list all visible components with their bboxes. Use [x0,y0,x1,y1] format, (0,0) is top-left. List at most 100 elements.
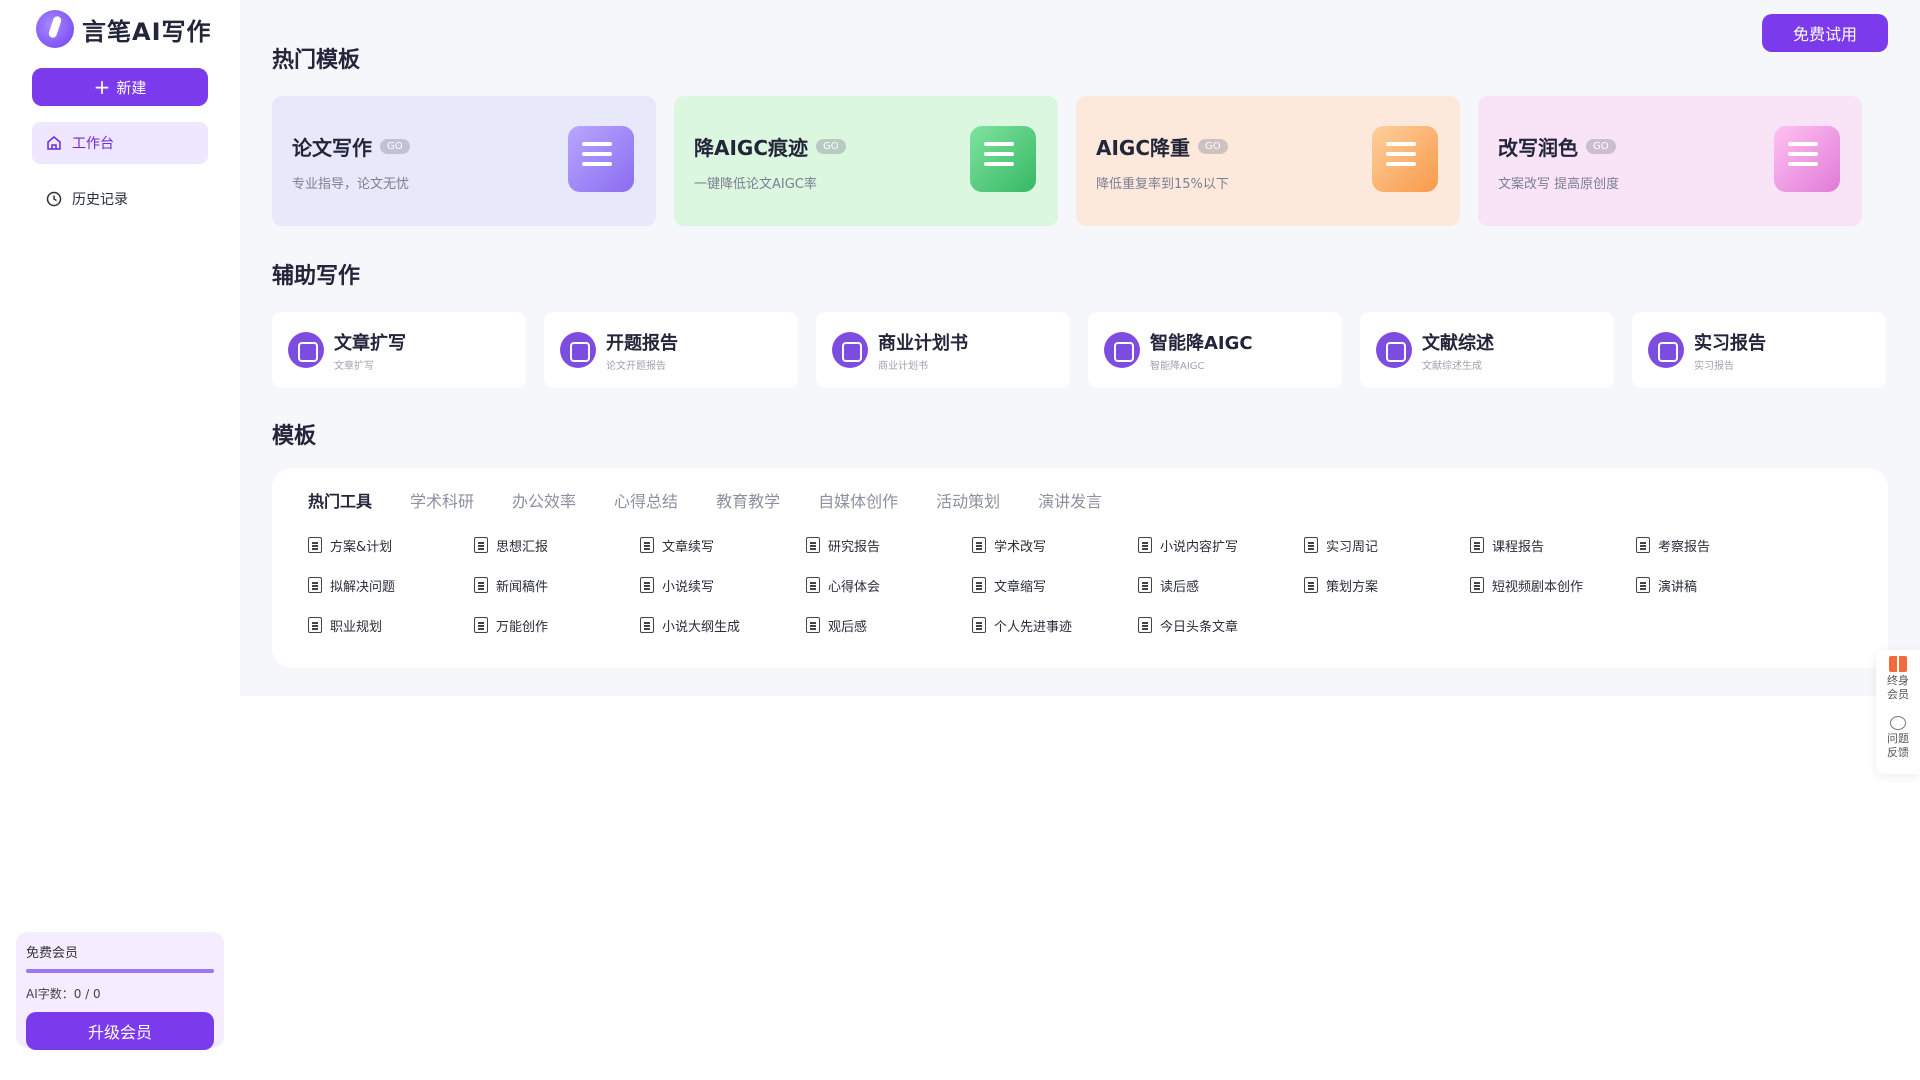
document-icon [474,617,488,633]
hot-card-title: 降AIGC痕迹 [694,136,809,160]
brand-name: 言笔AI写作 [82,17,212,46]
hot-card-title: 论文写作 [292,136,372,160]
expand-text-icon [288,332,324,368]
template-item[interactable]: 读后感 [1138,574,1304,596]
member-title: 免费会员 [26,946,79,961]
assist-card-subtitle: 文献综述生成 [1422,360,1482,372]
template-item-label: 读后感 [1160,579,1200,595]
assist-card-internship-report[interactable]: 实习报告 实习报告 [1632,312,1886,388]
section-title-assist: 辅助写作 [272,264,361,289]
template-item[interactable]: 万能创作 [474,614,640,636]
template-item-label: 思想汇报 [496,539,549,555]
assist-card-article-expand[interactable]: 文章扩写 文章扩写 [272,312,526,388]
template-item[interactable]: 短视频剧本创作 [1470,574,1636,596]
template-item[interactable]: 学术改写 [972,534,1138,556]
assist-card-subtitle: 实习报告 [1694,360,1734,372]
template-item[interactable]: 演讲稿 [1636,574,1802,596]
document-icon [1304,537,1318,553]
document-icon [1470,537,1484,553]
template-item[interactable]: 新闻稿件 [474,574,640,596]
template-item-label: 心得体会 [828,579,881,595]
new-button[interactable]: + 新建 [32,68,208,106]
search-document-icon [1376,332,1412,368]
document-icon [1470,577,1484,593]
template-item[interactable]: 职业规划 [308,614,474,636]
sidebar-item-history[interactable]: 历史记录 [32,178,208,220]
document-icon [972,617,986,633]
tab-hot-tools[interactable]: 热门工具 [308,488,372,514]
tab-speech[interactable]: 演讲发言 [1038,488,1102,514]
document-down-icon [970,126,1036,192]
template-item-label: 学术改写 [994,539,1047,555]
template-item[interactable]: 心得体会 [806,574,972,596]
member-progress-fill [26,969,214,973]
gift-icon [1889,656,1907,672]
template-item[interactable]: 研究报告 [806,534,972,556]
template-item[interactable]: 今日头条文章 [1138,614,1304,636]
new-button-label: 新建 [116,78,147,97]
template-item[interactable]: 文章续写 [640,534,806,556]
hot-template-row: 论文写作 GO 专业指导，论文无忧 降AIGC痕迹 GO 一键降低论文AIGC率 A… [272,96,1862,226]
template-item-label: 小说续写 [662,579,715,595]
feedback-label: 问题反馈 [1887,732,1909,759]
template-item-label: 短视频剧本创作 [1492,579,1584,595]
tab-self-media[interactable]: 自媒体创作 [818,488,898,514]
template-item[interactable]: 个人先进事迹 [972,614,1138,636]
document-icon [474,537,488,553]
assist-card-smart-aigc[interactable]: 智能降AIGC 智能降AIGC [1088,312,1342,388]
lifetime-member-button[interactable]: 终身会员 [1883,656,1913,702]
template-item-label: 文章续写 [662,539,715,555]
template-item[interactable]: 考察报告 [1636,534,1802,556]
template-item-label: 万能创作 [496,619,549,635]
tab-education[interactable]: 教育教学 [716,488,780,514]
document-icon [1138,577,1152,593]
pen-icon [560,332,596,368]
sidebar-item-workbench[interactable]: 工作台 [32,122,208,164]
document-icon [806,617,820,633]
tab-summary[interactable]: 心得总结 [614,488,678,514]
sidebar-item-label: 工作台 [72,136,114,152]
section-title-hot: 热门模板 [272,48,361,73]
upgrade-button[interactable]: 升级会员 [26,1012,214,1050]
member-card: 免费会员 AI字数：0 / 0 升级会员 [16,932,224,1050]
hot-card-title: AIGC降重 [1096,136,1191,160]
document-icon [1636,577,1650,593]
template-item[interactable]: 文章缩写 [972,574,1138,596]
free-trial-button[interactable]: 免费试用 [1762,14,1888,52]
hot-card-aigc-dedup[interactable]: AIGC降重 GO 降低重复率到15%以下 [1076,96,1460,226]
template-item[interactable]: 方案&计划 [308,534,474,556]
document-icon [640,537,654,553]
assist-card-proposal-report[interactable]: 开题报告 论文开题报告 [544,312,798,388]
template-item[interactable]: 拟解决问题 [308,574,474,596]
tab-event-planning[interactable]: 活动策划 [936,488,1000,514]
template-item[interactable]: 课程报告 [1470,534,1636,556]
document-icon [1138,537,1152,553]
document-icon [308,577,322,593]
hot-card-rewrite-polish[interactable]: 改写润色 GO 文案改写 提高原创度 [1478,96,1862,226]
assist-card-business-plan[interactable]: 商业计划书 商业计划书 [816,312,1070,388]
document-icon [1304,577,1318,593]
assist-card-subtitle: 智能降AIGC [1150,360,1205,372]
tab-office[interactable]: 办公效率 [512,488,576,514]
assist-card-subtitle: 文章扩写 [334,360,374,372]
template-item[interactable]: 小说续写 [640,574,806,596]
template-item[interactable]: 小说大纲生成 [640,614,806,636]
floating-sidebar: 终身会员 问题反馈 [1876,650,1920,774]
template-item[interactable]: 观后感 [806,614,972,636]
hot-card-reduce-aigc[interactable]: 降AIGC痕迹 GO 一键降低论文AIGC率 [674,96,1058,226]
document-icon [308,537,322,553]
template-item[interactable]: 小说内容扩写 [1138,534,1304,556]
template-item[interactable]: 思想汇报 [474,534,640,556]
tab-academic[interactable]: 学术科研 [410,488,474,514]
template-item-label: 拟解决问题 [330,579,396,595]
hot-card-paper-writing[interactable]: 论文写作 GO 专业指导，论文无忧 [272,96,656,226]
assist-card-title: 文章扩写 [334,332,406,354]
assist-card-literature-review[interactable]: 文献综述 文献综述生成 [1360,312,1614,388]
feedback-button[interactable]: 问题反馈 [1883,708,1913,760]
template-item[interactable]: 策划方案 [1304,574,1470,596]
template-item-label: 新闻稿件 [496,579,549,595]
brand-logo[interactable]: 言笔AI写作 [36,10,212,48]
template-item-label: 观后感 [828,619,868,635]
document-icon [806,537,820,553]
template-item[interactable]: 实习周记 [1304,534,1470,556]
